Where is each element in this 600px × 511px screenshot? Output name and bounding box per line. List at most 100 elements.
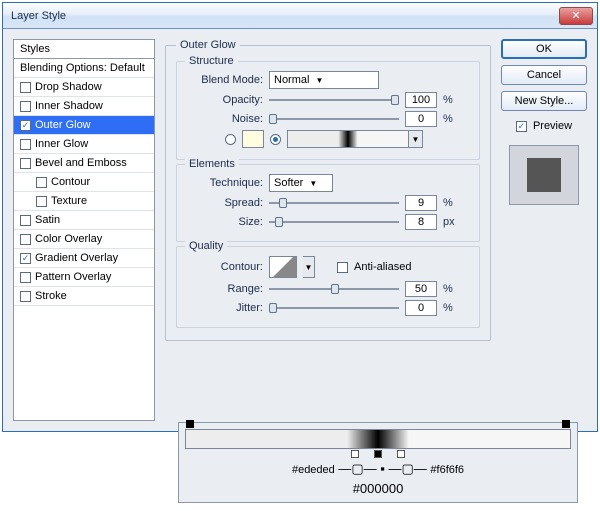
checkbox[interactable] (36, 196, 47, 207)
checkbox[interactable] (20, 272, 31, 283)
style-item-label: Satin (35, 214, 60, 226)
noise-input[interactable]: 0 (405, 111, 437, 127)
titlebar[interactable]: Layer Style ✕ (3, 3, 597, 29)
right-column: OK Cancel New Style... ✓ Preview (501, 39, 587, 421)
quality-section: Quality Contour: ▼ Anti-aliased Range: 5… (176, 246, 480, 328)
dialog-title: Layer Style (11, 10, 66, 22)
style-item-label: Contour (51, 176, 90, 188)
jitter-slider[interactable] (269, 301, 399, 315)
checkbox[interactable] (20, 139, 31, 150)
gradient-editor-strip: #ededed —▢— ▪ —▢— #f6f6f6 #000000 (178, 422, 578, 503)
chevron-down-icon[interactable]: ▼ (408, 131, 422, 147)
style-item-label: Bevel and Emboss (35, 157, 127, 169)
style-item-label: Stroke (35, 290, 67, 302)
jitter-label: Jitter: (185, 302, 263, 314)
spread-slider[interactable] (269, 196, 399, 210)
checkbox[interactable] (20, 101, 31, 112)
checkbox[interactable]: ✓ (20, 120, 31, 131)
gradient-preview (288, 131, 408, 147)
color-swatch[interactable] (242, 130, 264, 148)
style-item-inner-shadow[interactable]: Inner Shadow (14, 97, 154, 116)
size-slider[interactable] (269, 215, 399, 229)
style-item-label: Texture (51, 195, 87, 207)
size-label: Size: (185, 216, 263, 228)
style-item-satin[interactable]: Satin (14, 211, 154, 230)
gradient-bar[interactable] (185, 429, 571, 449)
technique-select[interactable]: Softer▼ (269, 174, 333, 192)
style-item-bevel-and-emboss[interactable]: Bevel and Emboss (14, 154, 154, 173)
range-slider[interactable] (269, 282, 399, 296)
style-item-gradient-overlay[interactable]: ✓ Gradient Overlay (14, 249, 154, 268)
style-item-label: Color Overlay (35, 233, 102, 245)
style-item-drop-shadow[interactable]: Drop Shadow (14, 78, 154, 97)
group-title: Outer Glow (176, 39, 240, 51)
style-item-label: Inner Shadow (35, 100, 103, 112)
opacity-label: Opacity: (185, 94, 263, 106)
opacity-stop-left[interactable] (186, 420, 194, 428)
style-item-label: Pattern Overlay (35, 271, 111, 283)
layer-style-dialog: Layer Style ✕ Styles Blending Options: D… (2, 2, 598, 432)
new-style-button[interactable]: New Style... (501, 91, 587, 111)
elements-section: Elements Technique: Softer▼ Spread: 9 % … (176, 164, 480, 242)
gradient-annotation-center: #000000 (185, 481, 571, 496)
technique-label: Technique: (185, 177, 263, 189)
checkbox[interactable]: ✓ (20, 253, 31, 264)
color-stop-left[interactable] (351, 450, 359, 458)
styles-header[interactable]: Styles (14, 40, 154, 59)
close-icon: ✕ (571, 9, 580, 22)
preview-checkbox[interactable]: ✓ (516, 121, 527, 132)
style-item-texture[interactable]: Texture (14, 192, 154, 211)
opacity-input[interactable]: 100 (405, 92, 437, 108)
style-item-label: Drop Shadow (35, 81, 102, 93)
style-item-inner-glow[interactable]: Inner Glow (14, 135, 154, 154)
style-item-pattern-overlay[interactable]: Pattern Overlay (14, 268, 154, 287)
size-input[interactable]: 8 (405, 214, 437, 230)
checkbox[interactable] (20, 82, 31, 93)
checkbox[interactable] (20, 215, 31, 226)
checkbox[interactable] (20, 291, 31, 302)
opacity-slider[interactable] (269, 93, 399, 107)
cancel-button[interactable]: Cancel (501, 65, 587, 85)
blend-mode-select[interactable]: Normal▼ (269, 71, 379, 89)
outer-glow-group: Outer Glow Structure Blend Mode: Normal▼… (165, 39, 491, 341)
styles-panel: Styles Blending Options: Default Drop Sh… (13, 39, 155, 421)
anti-aliased-checkbox[interactable] (337, 262, 348, 273)
style-item-stroke[interactable]: Stroke (14, 287, 154, 306)
spread-label: Spread: (185, 197, 263, 209)
style-item-color-overlay[interactable]: Color Overlay (14, 230, 154, 249)
preview-box (509, 145, 579, 205)
blending-options-row[interactable]: Blending Options: Default (14, 59, 154, 78)
color-stop-right[interactable] (397, 450, 405, 458)
style-item-label: Gradient Overlay (35, 252, 118, 264)
gradient-annotation-row: #ededed —▢— ▪ —▢— #f6f6f6 (185, 461, 571, 477)
noise-label: Noise: (185, 113, 263, 125)
preview-label: Preview (533, 120, 572, 132)
style-item-outer-glow[interactable]: ✓Outer Glow (14, 116, 154, 135)
range-input[interactable]: 50 (405, 281, 437, 297)
main-panel: Outer Glow Structure Blend Mode: Normal▼… (165, 39, 491, 421)
jitter-input[interactable]: 0 (405, 300, 437, 316)
blend-mode-label: Blend Mode: (185, 74, 263, 86)
chevron-down-icon[interactable]: ▼ (303, 256, 315, 278)
range-label: Range: (185, 283, 263, 295)
chevron-down-icon: ▼ (315, 76, 323, 85)
gradient-picker[interactable]: ▼ (287, 130, 423, 148)
opacity-stop-right[interactable] (562, 420, 570, 428)
color-radio[interactable] (225, 134, 236, 145)
style-item-label: Inner Glow (35, 138, 88, 150)
checkbox[interactable] (20, 158, 31, 169)
style-item-contour[interactable]: Contour (14, 173, 154, 192)
chevron-down-icon: ▼ (309, 179, 317, 188)
noise-slider[interactable] (269, 112, 399, 126)
ok-button[interactable]: OK (501, 39, 587, 59)
spread-input[interactable]: 9 (405, 195, 437, 211)
contour-picker[interactable] (269, 256, 297, 278)
gradient-radio[interactable] (270, 134, 281, 145)
contour-label: Contour: (185, 261, 263, 273)
checkbox[interactable] (36, 177, 47, 188)
checkbox[interactable] (20, 234, 31, 245)
anti-aliased-label: Anti-aliased (354, 261, 411, 273)
close-button[interactable]: ✕ (559, 7, 593, 25)
structure-section: Structure Blend Mode: Normal▼ Opacity: 1… (176, 61, 480, 160)
color-stop-center[interactable] (374, 450, 382, 458)
